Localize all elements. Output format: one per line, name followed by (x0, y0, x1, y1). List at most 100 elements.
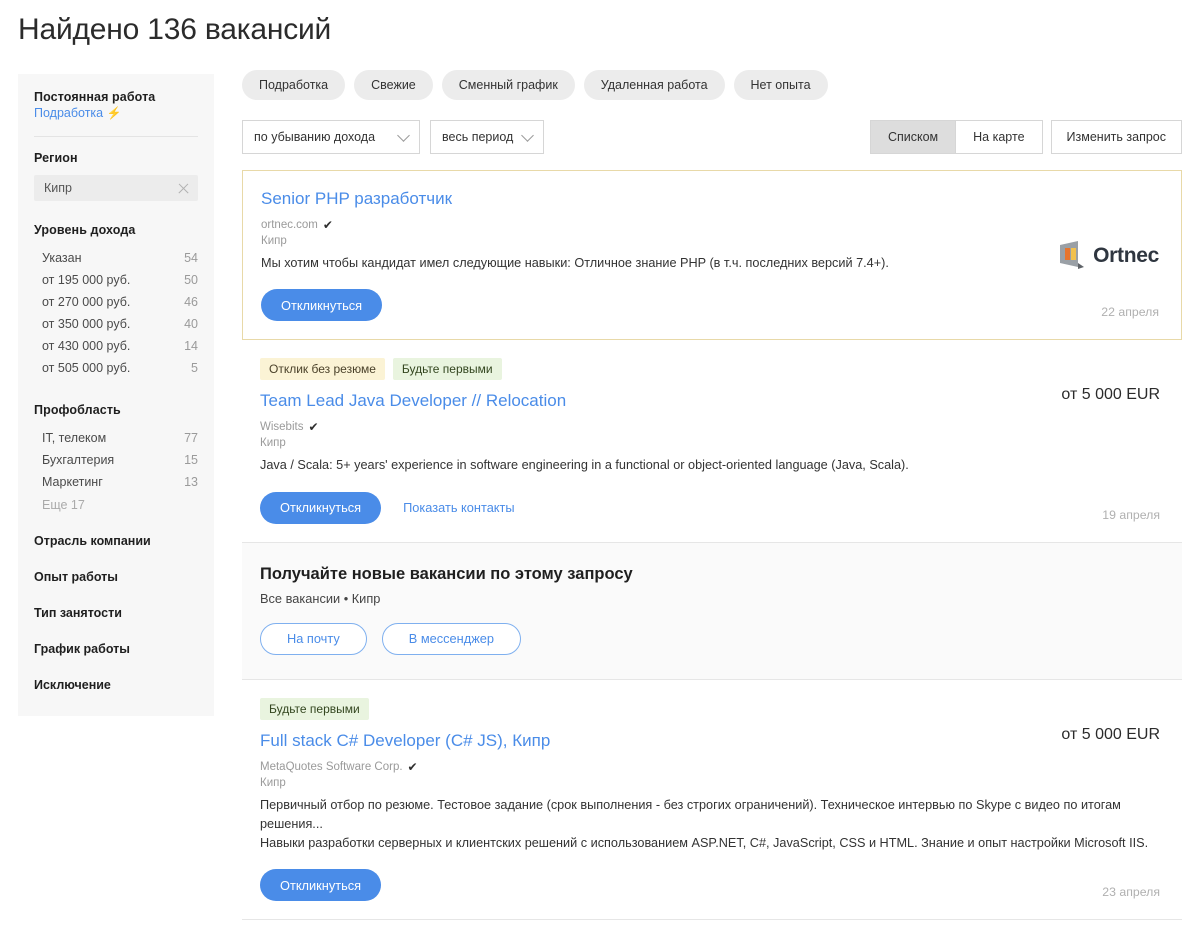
subscription-promo: Получайте новые вакансии по этому запрос… (242, 542, 1182, 680)
verified-check-icon: ✔ (308, 420, 319, 435)
main-content: Подработка Свежие Сменный график Удаленн… (242, 70, 1182, 921)
filter-count: 15 (184, 453, 198, 467)
filter-count: 77 (184, 431, 198, 445)
quick-filter-chips: Подработка Свежие Сменный график Удаленн… (242, 70, 1182, 100)
sidebar-item-experience[interactable]: Опыт работы (18, 570, 214, 584)
filter-label: от 195 000 руб. (42, 273, 131, 287)
verified-check-icon: ✔ (322, 218, 333, 232)
filter-label: Маркетинг (42, 475, 103, 489)
chip-shift-schedule[interactable]: Сменный график (441, 70, 575, 100)
list-item[interactable]: IT, телеком 77 (34, 427, 198, 449)
apply-button[interactable]: Откликнуться (260, 491, 382, 524)
list-item[interactable]: Маркетинг 13 (34, 471, 198, 493)
edit-query-button[interactable]: Изменить запрос (1050, 120, 1182, 154)
status-badge: Будьте первыми (260, 697, 369, 720)
company-label: MetaQuotes Software Corp. (260, 760, 403, 773)
vacancy-card[interactable]: Отклик без резюме Будьте первыми Team Le… (242, 340, 1182, 543)
list-item[interactable]: от 350 000 руб. 40 (34, 313, 198, 335)
region-selected-chip[interactable]: Кипр (34, 175, 198, 201)
sidebar-item-parttime[interactable]: Подработка ⚡ (34, 106, 122, 120)
filter-label: Бухгалтерия (42, 453, 115, 467)
sort-select[interactable]: по убыванию дохода (242, 120, 420, 154)
list-item[interactable]: от 270 000 руб. 46 (34, 291, 198, 313)
chip-remote[interactable]: Удаленная работа (583, 70, 725, 100)
work-type-filter: Постоянная работа Подработка ⚡ (18, 90, 214, 122)
vacancy-region: Кипр (261, 235, 287, 247)
chip-no-experience[interactable]: Нет опыта (733, 70, 828, 100)
chip-fresh[interactable]: Свежие (354, 70, 433, 100)
filter-count: 14 (184, 339, 198, 353)
page-title: Найдено 136 вакансий (18, 13, 332, 46)
filter-count: 40 (184, 317, 198, 331)
view-toggle-group: Списком На карте (869, 120, 1043, 154)
income-heading: Уровень дохода (34, 223, 136, 237)
sidebar-item-schedule[interactable]: График работы (18, 642, 214, 656)
status-badge: Отклик без резюме (260, 358, 385, 381)
filter-count: 50 (184, 273, 198, 287)
vacancy-description: Мы хотим чтобы кандидат имел следующие н… (261, 256, 889, 270)
profarea-heading: Профобласть (34, 403, 121, 417)
sidebar-item-industry[interactable]: Отрасль компании (18, 534, 214, 548)
status-badge: Будьте первыми (392, 358, 502, 381)
vacancy-description-line2: Навыки разработки серверных и клиентских… (260, 836, 1149, 851)
promo-title: Получайте новые вакансии по этому запрос… (260, 564, 633, 583)
filters-sidebar: Постоянная работа Подработка ⚡ Регион Ки… (18, 74, 214, 716)
lightning-bolt-icon: ⚡ (106, 106, 122, 120)
filter-count: 13 (184, 475, 198, 489)
promo-subtitle: Все вакансии • Кипр (260, 590, 381, 606)
income-filter: Уровень дохода Указан 54 от 195 000 руб.… (18, 223, 214, 379)
period-select[interactable]: весь период (430, 120, 545, 154)
list-item[interactable]: от 430 000 руб. 14 (34, 335, 198, 357)
list-item[interactable]: от 195 000 руб. 50 (34, 269, 198, 291)
vacancy-badges: Отклик без резюме Будьте первыми (260, 358, 1160, 381)
vacancy-card[interactable]: Будьте первыми Full stack C# Developer (… (242, 679, 1182, 921)
filter-count: 54 (184, 251, 198, 265)
tab-map-view[interactable]: На карте (955, 121, 1041, 153)
region-heading: Регион (34, 151, 78, 165)
sidebar-item-employment-type[interactable]: Тип занятости (18, 606, 214, 620)
company-name: Wisebits ✔ (260, 421, 1160, 433)
vacancy-card[interactable]: Senior PHP разработчик ortnec.com ✔ Кипр… (242, 170, 1182, 341)
chevron-down-icon (521, 128, 535, 142)
tab-list-view[interactable]: Списком (870, 121, 956, 153)
vacancy-date: 23 апреля (1102, 885, 1160, 900)
show-contacts-link[interactable]: Показать контакты (403, 500, 515, 515)
region-selected-label: Кипр (44, 181, 72, 195)
vacancy-salary: от 5 000 EUR (1061, 386, 1160, 404)
vacancy-description: Java / Scala: 5+ years' experience in so… (260, 458, 909, 473)
filter-label: IT, телеком (42, 431, 107, 445)
filter-label: Указан (42, 251, 82, 265)
card-actions: Откликнуться (260, 869, 1160, 902)
list-item[interactable]: Указан 54 (34, 247, 198, 269)
region-filter: Регион Кипр (18, 151, 214, 201)
company-name: MetaQuotes Software Corp. ✔ (260, 761, 1160, 773)
company-name: ortnec.com ✔ (261, 219, 1159, 231)
vacancy-badges: Будьте первыми (260, 697, 1160, 720)
filter-label: от 505 000 руб. (42, 361, 131, 375)
results-toolbar: по убыванию дохода весь период Списком Н… (242, 120, 1182, 154)
sidebar-item-exclusion[interactable]: Исключение (18, 678, 214, 692)
card-actions: Откликнуться (261, 289, 1159, 322)
subscribe-messenger-button[interactable]: В мессенджер (381, 622, 521, 655)
vacancy-title-link[interactable]: Team Lead Java Developer // Relocation (260, 391, 566, 411)
company-logo-text: Ortnec (1093, 244, 1159, 267)
chevron-down-icon (397, 128, 410, 142)
list-item[interactable]: Бухгалтерия 15 (34, 449, 198, 471)
chip-parttime[interactable]: Подработка (242, 70, 346, 100)
filter-count: 5 (191, 361, 198, 375)
company-label: Wisebits (260, 421, 304, 434)
filter-label: от 430 000 руб. (42, 339, 131, 353)
close-icon[interactable] (177, 182, 190, 195)
subscribe-email-button[interactable]: На почту (260, 622, 367, 655)
vacancy-title-link[interactable]: Senior PHP разработчик (261, 189, 452, 209)
vacancy-title-link[interactable]: Full stack C# Developer (C# JS), Кипр (260, 731, 550, 751)
apply-button[interactable]: Откликнуться (261, 289, 383, 322)
period-select-value: весь период (442, 130, 514, 144)
company-logo: Ortnec (1058, 241, 1159, 271)
permanent-work-label: Постоянная работа (34, 90, 156, 104)
list-item[interactable]: от 505 000 руб. 5 (34, 357, 198, 379)
show-more-profarea[interactable]: Еще 17 (34, 493, 198, 512)
vacancy-date: 19 апреля (1102, 507, 1160, 522)
filter-count: 46 (184, 295, 198, 309)
apply-button[interactable]: Откликнуться (260, 869, 382, 902)
